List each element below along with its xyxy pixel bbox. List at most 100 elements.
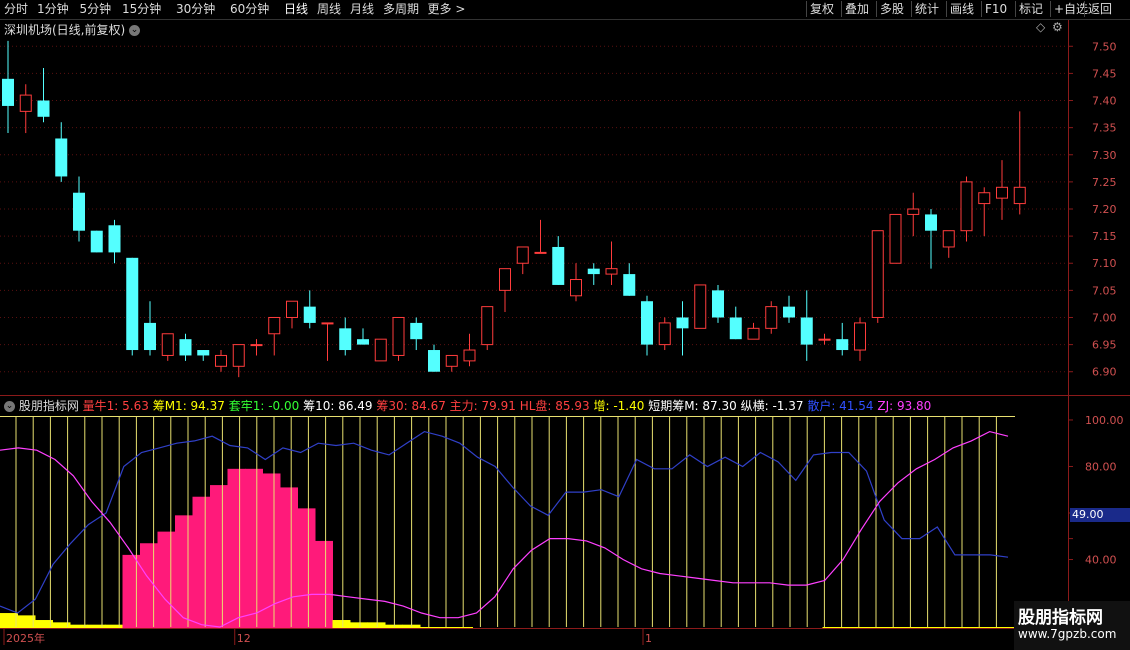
candle-body: [232, 344, 245, 367]
y-tick-label: 7.05: [1092, 284, 1117, 297]
indicator-label: HL盘: 85.93: [515, 399, 590, 413]
candle-body: [250, 344, 263, 347]
volume-bar: [297, 508, 316, 628]
y-tick-label: 7.35: [1092, 122, 1117, 135]
candle-body: [818, 338, 831, 341]
candle-body: [552, 246, 565, 285]
candle-body: [765, 306, 778, 329]
candle-body: [286, 300, 298, 318]
candle-body: [570, 279, 582, 297]
candle-body: [942, 230, 955, 248]
volume-bar: [437, 627, 456, 628]
y-tick-label: 80.00: [1085, 460, 1117, 473]
indicator-label: 纵横: -1.37: [736, 399, 804, 413]
watermark-line2: www.7gpzb.com: [1018, 627, 1117, 641]
candle-body: [587, 268, 600, 275]
candle-body: [783, 306, 795, 318]
candle-body: [747, 327, 760, 340]
volume-bar: [420, 627, 438, 628]
y-tick-label: 7.40: [1092, 95, 1117, 108]
x-tick-label: 1: [645, 632, 652, 645]
volume-bar: [122, 554, 141, 628]
indicator-label: 筹30: 84.67: [372, 399, 446, 413]
y-tick-label: 7.10: [1092, 257, 1117, 270]
candle-body: [694, 284, 707, 329]
y-tick-label: 7.50: [1092, 40, 1117, 53]
volume-bar: [192, 496, 211, 628]
indicator-label: 短期筹M: 87.30: [644, 399, 737, 413]
volume-bar: [157, 531, 176, 628]
chevron-down-icon[interactable]: ⌄: [4, 401, 15, 412]
candle-body: [676, 317, 689, 329]
volume-bar: [455, 627, 473, 628]
candle-body: [534, 251, 547, 254]
candle-body: [889, 213, 902, 264]
candle-body: [108, 225, 121, 253]
indicator-label: 增: -1.40: [589, 399, 645, 413]
volume-bar: [175, 515, 193, 628]
candle-body: [410, 322, 423, 340]
candle-body: [907, 208, 920, 215]
volume-bar: [332, 620, 351, 628]
candle-body: [37, 100, 50, 117]
candle-body: [144, 322, 156, 351]
candle-body: [179, 339, 192, 356]
candle-body: [339, 328, 352, 351]
watermark: 股朋指标网 www.7gpzb.com: [1014, 601, 1130, 650]
candle-body: [605, 268, 618, 275]
volume-bar: [350, 622, 368, 628]
candle-body: [871, 230, 884, 318]
candle-body: [463, 349, 476, 362]
candle-body: [303, 306, 316, 323]
y-tick-label: 100.00: [1085, 414, 1124, 427]
candle-body: [729, 317, 742, 340]
volume-bar: [892, 627, 911, 628]
candle-body: [55, 138, 68, 177]
candle-body: [516, 246, 529, 264]
volume-bar: [840, 627, 858, 628]
volume-bar: [87, 624, 106, 628]
volume-bar: [140, 543, 158, 628]
candle-body: [73, 192, 85, 231]
candle-body: [374, 338, 387, 362]
indicator-label: 筹10: 86.49: [299, 399, 373, 413]
volume-bar: [910, 627, 928, 628]
volume-bar: [857, 627, 876, 628]
volume-bar: [945, 627, 963, 628]
candle-body: [960, 181, 973, 232]
candle-body: [481, 306, 494, 346]
candle-body: [392, 316, 405, 356]
candle-body: [126, 257, 139, 351]
candle-body: [800, 317, 813, 345]
candle-body: [428, 350, 440, 372]
volume-bar: [245, 468, 263, 628]
volume-bar: [927, 627, 946, 628]
candle-body: [658, 322, 671, 346]
volume-bar: [367, 622, 386, 628]
candle-body: [215, 354, 227, 367]
watermark-line1: 股朋指标网: [1018, 608, 1103, 628]
indicator-label: 套牢1: -0.00: [224, 399, 300, 413]
y-tick-label: 7.20: [1092, 203, 1117, 216]
y-tick-label: 7.00: [1092, 311, 1117, 324]
candle-body: [623, 274, 636, 296]
candle-body: [499, 268, 511, 291]
candle-body: [19, 94, 32, 112]
candle-body: [925, 214, 937, 231]
volume-bar: [315, 540, 333, 628]
indicator-name: 股朋指标网: [18, 399, 79, 413]
volume-bar: [210, 485, 228, 628]
candle-body: [197, 350, 210, 356]
candle-body: [836, 339, 849, 351]
y-tick-label: 7.45: [1092, 67, 1117, 80]
y-tick-label: 7.15: [1092, 230, 1117, 243]
y-tick-label: 7.30: [1092, 149, 1117, 162]
candle-body: [90, 230, 103, 253]
x-tick-label: 12: [237, 632, 251, 645]
volume-bar: [227, 468, 246, 628]
y-tick-label: 6.90: [1092, 366, 1117, 379]
candle-body: [321, 322, 334, 325]
crosshair-value-badge: 49.00: [1070, 508, 1130, 522]
candle-body: [161, 333, 174, 356]
candle-body: [357, 339, 369, 345]
